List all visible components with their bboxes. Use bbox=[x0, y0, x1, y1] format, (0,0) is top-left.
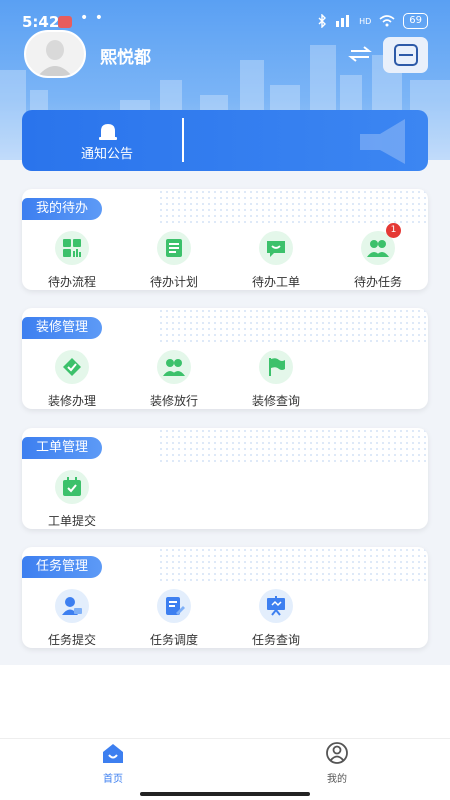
presentation-board-icon bbox=[259, 589, 293, 623]
section-renovation: 装修管理 装修办理 装修放行 装修查询 bbox=[22, 308, 428, 409]
section-title: 工单管理 bbox=[22, 437, 103, 459]
workorder-submit-button[interactable]: 工单提交 bbox=[22, 470, 122, 529]
notification-badge: 1 bbox=[386, 223, 401, 238]
todo-plan-button[interactable]: 待办计划 bbox=[124, 231, 224, 290]
dots-decoration bbox=[158, 547, 428, 581]
bluetooth-icon bbox=[318, 14, 327, 28]
battery-level: 69 bbox=[403, 13, 428, 29]
todo-process-button[interactable]: 待办流程 bbox=[22, 231, 122, 290]
dots-decoration bbox=[158, 189, 428, 223]
item-label: 装修办理 bbox=[47, 394, 96, 408]
item-label: 待办工单 bbox=[251, 275, 300, 289]
item-label: 待办计划 bbox=[149, 275, 198, 289]
user-submit-icon bbox=[55, 589, 89, 623]
switch-arrows-icon[interactable] bbox=[348, 44, 372, 64]
item-label: 工单提交 bbox=[47, 514, 96, 528]
section-task: 任务管理 任务提交 任务调度 任务查询 bbox=[22, 547, 428, 648]
item-label: 待办流程 bbox=[47, 275, 96, 289]
tab-mine-label: 我的 bbox=[327, 774, 347, 785]
section-title: 任务管理 bbox=[22, 556, 103, 578]
notice-banner[interactable]: 通知公告 bbox=[22, 110, 428, 171]
dots-decoration bbox=[158, 428, 428, 462]
item-label: 任务查询 bbox=[251, 633, 300, 647]
user-avatar-icon bbox=[38, 40, 72, 76]
item-label: 待办任务 bbox=[353, 275, 402, 289]
task-query-button[interactable]: 任务查询 bbox=[226, 589, 326, 648]
people-group-icon bbox=[157, 350, 191, 384]
renovation-query-button[interactable]: 装修查询 bbox=[226, 350, 326, 409]
people-group-icon: 1 bbox=[361, 223, 401, 265]
notification-app-icon bbox=[58, 16, 72, 28]
checkmark-icon bbox=[55, 350, 89, 384]
status-dots: • • bbox=[80, 10, 104, 26]
avatar[interactable] bbox=[24, 30, 86, 78]
scan-icon bbox=[393, 44, 418, 66]
item-label: 任务调度 bbox=[149, 633, 198, 647]
section-workorder: 工单管理 工单提交 bbox=[22, 428, 428, 529]
task-submit-button[interactable]: 任务提交 bbox=[22, 589, 122, 648]
apps-grid-icon bbox=[55, 231, 89, 265]
section-title: 我的待办 bbox=[22, 198, 103, 220]
document-list-icon bbox=[157, 231, 191, 265]
dots-decoration bbox=[158, 308, 428, 342]
signal-icon bbox=[336, 15, 350, 27]
network-type: HD bbox=[359, 16, 372, 26]
calendar-check-icon bbox=[55, 470, 89, 504]
bottom-tab-bar: 首页 我的 bbox=[0, 738, 450, 800]
flag-icon bbox=[259, 350, 293, 384]
home-icon bbox=[103, 744, 123, 763]
task-dispatch-button[interactable]: 任务调度 bbox=[124, 589, 224, 648]
scan-button[interactable] bbox=[383, 37, 428, 73]
wifi-icon bbox=[379, 15, 395, 27]
todo-workorder-button[interactable]: 待办工单 bbox=[226, 231, 326, 290]
renovation-apply-button[interactable]: 装修办理 bbox=[22, 350, 122, 409]
item-label: 装修查询 bbox=[251, 394, 300, 408]
item-label: 装修放行 bbox=[149, 394, 198, 408]
section-title: 装修管理 bbox=[22, 317, 103, 339]
status-time: 5:42 bbox=[22, 13, 60, 31]
notice-label: 通知公告 bbox=[80, 147, 133, 162]
tab-home-label: 首页 bbox=[103, 774, 123, 785]
tab-mine[interactable]: 我的 bbox=[297, 741, 377, 785]
user-profile-icon bbox=[326, 742, 348, 764]
renovation-release-button[interactable]: 装修放行 bbox=[124, 350, 224, 409]
tab-home[interactable]: 首页 bbox=[73, 741, 153, 785]
chat-message-icon bbox=[259, 231, 293, 265]
status-right: HD 69 bbox=[317, 13, 428, 29]
home-indicator bbox=[140, 792, 310, 796]
todo-task-button[interactable]: 1 待办任务 bbox=[328, 223, 428, 290]
bell-icon bbox=[99, 124, 117, 140]
document-edit-icon bbox=[157, 589, 191, 623]
notice-divider bbox=[182, 118, 184, 162]
company-name[interactable]: 熙悦都 bbox=[100, 43, 151, 68]
section-todo: 我的待办 待办流程 待办计划 待办工单 1 待办任务 bbox=[22, 189, 428, 290]
item-label: 任务提交 bbox=[47, 633, 96, 647]
megaphone-icon bbox=[360, 119, 405, 164]
